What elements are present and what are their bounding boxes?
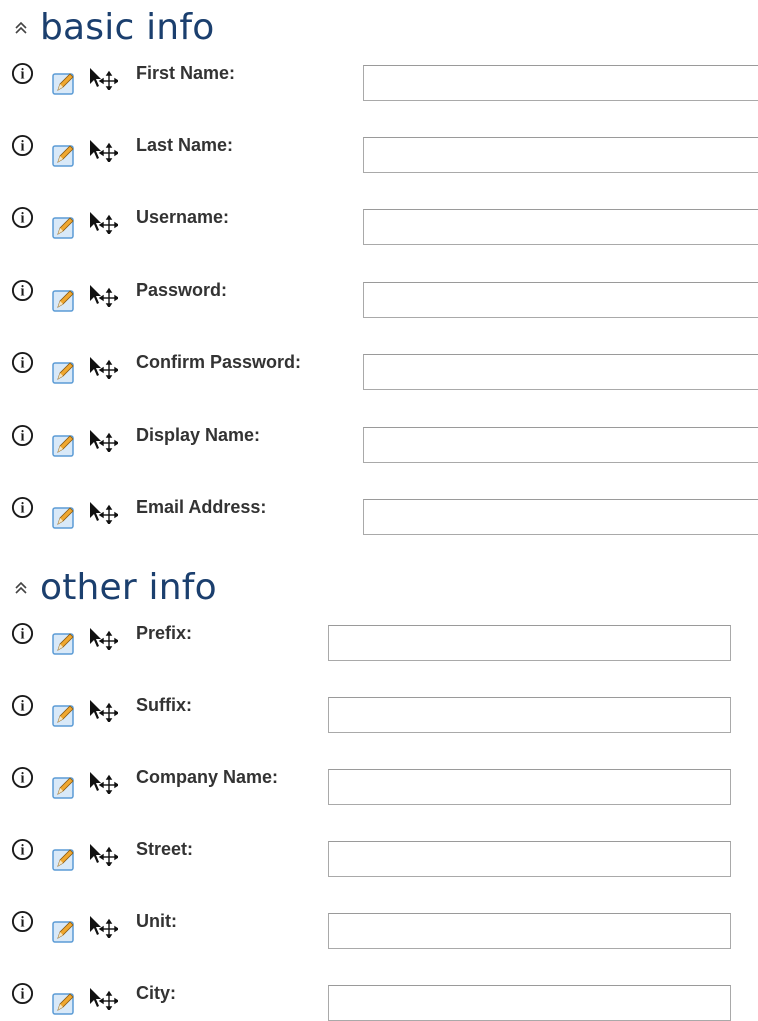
field-row-display-name: i Display Name: [10,424,758,464]
edit-icon[interactable] [52,703,76,727]
first-name-field[interactable] [363,65,758,101]
info-icon[interactable]: i [11,62,34,85]
svg-text:i: i [21,842,25,858]
move-icon[interactable] [88,66,118,90]
svg-text:i: i [21,914,25,930]
info-icon[interactable]: i [11,694,34,717]
field-label: First Name: [136,63,236,83]
field-label: Street: [136,839,194,859]
confirm-password-field[interactable] [363,354,758,390]
edit-icon[interactable] [52,143,76,167]
info-icon[interactable]: i [11,279,34,302]
edit-icon[interactable] [52,505,76,529]
move-icon[interactable] [88,986,118,1010]
move-icon[interactable] [88,914,118,938]
field-label: Unit: [136,911,177,931]
field-label: Prefix: [136,623,193,643]
company-name-field[interactable] [328,769,731,805]
svg-text:i: i [21,770,25,786]
move-icon[interactable] [88,283,118,307]
email-address-field[interactable] [363,499,758,535]
display-name-field[interactable] [363,427,758,463]
svg-text:i: i [21,428,25,444]
field-label: Confirm Password: [136,352,302,372]
edit-icon[interactable] [52,991,76,1015]
move-icon[interactable] [88,428,118,452]
move-icon[interactable] [88,698,118,722]
info-icon[interactable]: i [11,496,34,519]
section-title: basic info [40,7,215,48]
suffix-field[interactable] [328,697,731,733]
move-icon[interactable] [88,842,118,866]
field-label: Username: [136,207,230,227]
info-icon[interactable]: i [11,910,34,933]
field-row-last-name: i Last Name: [10,134,758,174]
field-row-unit: i Unit: [10,910,758,950]
edit-icon[interactable] [52,71,76,95]
field-label: Email Address: [136,497,267,517]
svg-text:i: i [21,626,25,642]
move-icon[interactable] [88,210,118,234]
field-row-company-name: i Company Name: [10,766,758,806]
field-row-prefix: i Prefix: [10,622,758,662]
move-icon[interactable] [88,626,118,650]
info-icon[interactable]: i [11,351,34,374]
profile-form-page: basic info i First Name: i Last Name: i … [0,0,758,1021]
double-chevron-up-icon[interactable] [10,17,32,39]
info-icon[interactable]: i [11,838,34,861]
field-row-first-name: i First Name: [10,62,758,102]
move-icon[interactable] [88,138,118,162]
edit-icon[interactable] [52,775,76,799]
field-row-username: i Username: [10,206,758,246]
last-name-field[interactable] [363,137,758,173]
move-icon[interactable] [88,355,118,379]
field-row-street: i Street: [10,838,758,878]
edit-icon[interactable] [52,215,76,239]
svg-text:i: i [21,698,25,714]
info-icon[interactable]: i [11,766,34,789]
field-row-confirm-password: i Confirm Password: [10,351,758,391]
field-row-password: i Password: [10,279,758,319]
info-icon[interactable]: i [11,206,34,229]
unit-field[interactable] [328,913,731,949]
svg-text:i: i [21,500,25,516]
svg-text:i: i [21,138,25,154]
edit-icon[interactable] [52,360,76,384]
svg-text:i: i [21,66,25,82]
info-icon[interactable]: i [11,982,34,1005]
svg-text:i: i [21,986,25,1002]
field-label: Company Name: [136,767,279,787]
city-field[interactable] [328,985,731,1021]
info-icon[interactable]: i [11,134,34,157]
field-label: Last Name: [136,135,234,155]
field-label: Display Name: [136,425,261,445]
move-icon[interactable] [88,770,118,794]
double-chevron-up-icon[interactable] [10,577,32,599]
svg-text:i: i [21,283,25,299]
prefix-field[interactable] [328,625,731,661]
info-icon[interactable]: i [11,424,34,447]
field-row-city: i City: [10,982,758,1021]
svg-text:i: i [21,210,25,226]
edit-icon[interactable] [52,288,76,312]
section-title: other info [40,567,217,608]
field-row-suffix: i Suffix: [10,694,758,734]
section-header-other-info[interactable]: other info [10,566,217,610]
field-label: City: [136,983,176,1003]
info-icon[interactable]: i [11,622,34,645]
section-header-basic-info[interactable]: basic info [10,6,214,50]
edit-icon[interactable] [52,433,76,457]
edit-icon[interactable] [52,847,76,871]
field-label: Suffix: [136,695,192,715]
field-row-email-address: i Email Address: [10,496,758,536]
svg-text:i: i [21,355,25,371]
edit-icon[interactable] [52,919,76,943]
street-field[interactable] [328,841,731,877]
field-label: Password: [136,280,228,300]
edit-icon[interactable] [52,631,76,655]
username-field[interactable] [363,209,758,245]
password-field[interactable] [363,282,758,318]
move-icon[interactable] [88,500,118,524]
